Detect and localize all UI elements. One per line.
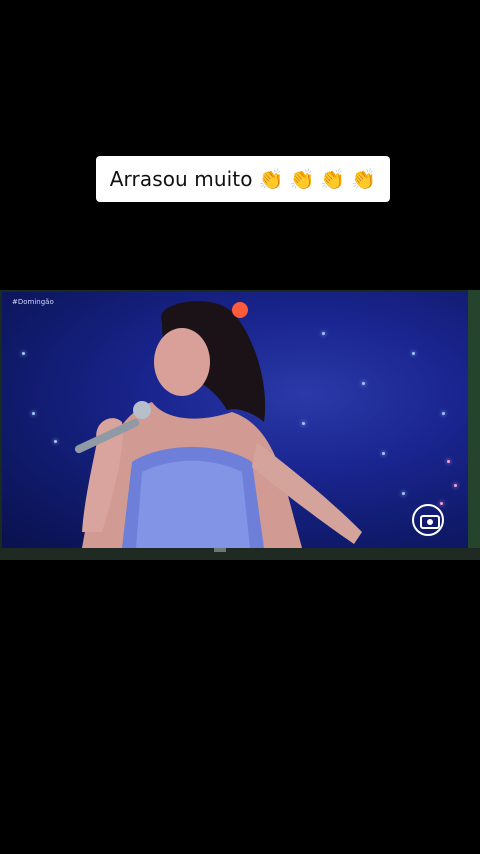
clapping-hands-emoji-1: 👏: [258, 167, 284, 191]
caption-text: Arrasou muito: [109, 167, 253, 191]
clapping-hands-emoji-3: 👏: [320, 167, 346, 191]
clapping-hands-emoji-2: 👏: [289, 167, 315, 191]
clapping-hands-emoji-4: 👏: [351, 167, 377, 191]
tv-sensor: [214, 548, 226, 552]
wall-background: [468, 290, 480, 548]
caption-overlay: Arrasou muito 👏 👏 👏 👏: [96, 156, 390, 202]
globo-logo-icon: [412, 504, 444, 536]
singer-figure: [74, 301, 362, 548]
tv-frame: #Domingão: [0, 290, 480, 560]
tv-screen-video[interactable]: #Domingão: [2, 292, 468, 548]
tv-bezel: [0, 548, 480, 560]
